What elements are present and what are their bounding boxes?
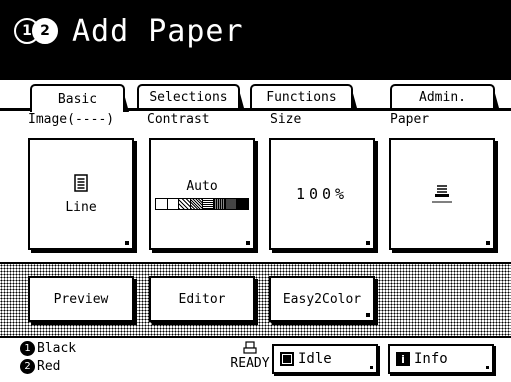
contrast-value: Auto (186, 178, 218, 194)
easy2color-button[interactable]: Easy2Color (269, 276, 375, 322)
drum-2-color: Red (37, 359, 61, 374)
tab-selections[interactable]: Selections (137, 84, 244, 108)
ready-label: READY (230, 356, 270, 371)
printer-icon (243, 341, 257, 354)
document-icon (74, 173, 88, 192)
info-label: Info (414, 351, 448, 367)
info-icon: i (396, 352, 410, 366)
corner-mark (366, 313, 370, 317)
idle-icon (280, 352, 294, 366)
preview-button[interactable]: Preview (28, 276, 134, 322)
drum-1-2-icon: 1 2 (14, 16, 62, 48)
drum-1-color: Black (37, 341, 77, 356)
corner-mark (246, 241, 250, 245)
idle-label: Idle (298, 351, 332, 367)
size-label: Size (270, 112, 302, 127)
corner-mark (486, 366, 489, 369)
contrast-label: Contrast (147, 112, 210, 127)
info-button[interactable]: i Info (388, 344, 494, 374)
corner-mark (486, 241, 490, 245)
editor-label: Editor (178, 291, 226, 307)
size-button[interactable]: 100% (269, 138, 375, 250)
size-value: 100% (295, 185, 349, 203)
editor-button[interactable]: Editor (149, 276, 255, 322)
drum-1-icon: 1 (20, 341, 35, 356)
corner-mark (366, 241, 370, 245)
idle-button[interactable]: Idle (272, 344, 378, 374)
tab-basic[interactable]: Basic (30, 84, 129, 112)
tab-functions[interactable]: Functions (250, 84, 357, 108)
easy2color-label: Easy2Color (282, 291, 362, 307)
drum-1-status: 1 Black (20, 341, 76, 356)
title-bar: 1 2 Add Paper (0, 0, 511, 80)
ready-status: READY (230, 341, 270, 371)
image-mode-button[interactable]: Line (28, 138, 134, 250)
tab-admin[interactable]: Admin. (390, 84, 499, 108)
contrast-button[interactable]: Auto (149, 138, 255, 250)
image-label: Image(----) (28, 112, 115, 127)
drum-2-badge: 2 (32, 18, 58, 44)
corner-mark (370, 366, 373, 369)
page-title: Add Paper (72, 14, 244, 49)
paper-label: Paper (390, 112, 430, 127)
screen: 1 2 Add Paper Basic Selections Functions… (0, 0, 511, 382)
paper-button[interactable] (389, 138, 495, 250)
image-mode-value: Line (65, 199, 97, 215)
contrast-scale-icon (155, 197, 249, 210)
drum-2-icon: 2 (20, 359, 35, 374)
drum-2-status: 2 Red (20, 359, 60, 374)
paper-tray-icon (432, 185, 452, 203)
corner-mark (125, 241, 129, 245)
preview-label: Preview (53, 291, 109, 307)
